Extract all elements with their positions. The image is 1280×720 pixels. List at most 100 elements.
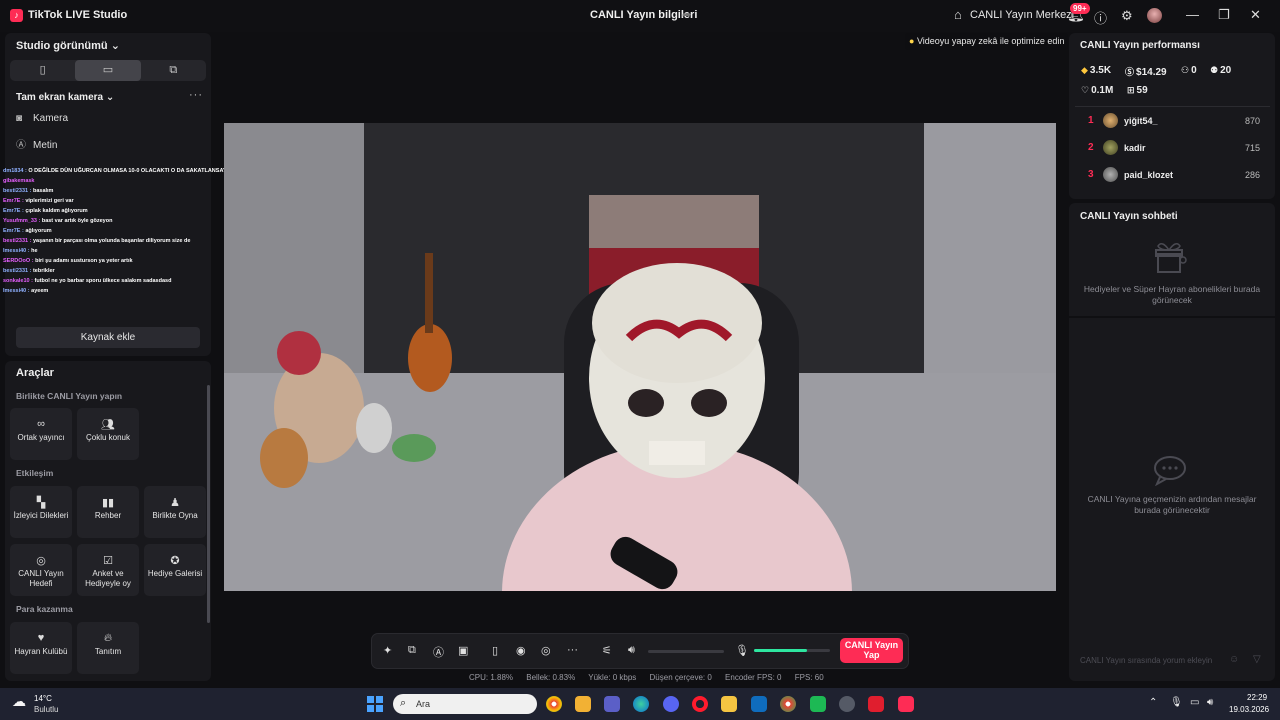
go-live-button[interactable]: CANLI Yayın Yap [840,638,903,663]
opera-icon[interactable] [692,696,708,712]
maximize-icon[interactable]: ❐ [1218,7,1230,23]
add-source-button[interactable]: Kaynak ekle [16,327,200,348]
chat-message: biri şu adamı susturson ya yeter artık [35,258,133,264]
tool-guide[interactable]: ▮▮ Rehber [77,486,139,538]
effects-icon[interactable]: ⧉ [408,644,416,657]
mail-icon[interactable] [751,696,767,712]
ai-optimize-hint[interactable]: ● Videoyu yapay zekâ ile optimize edin [905,33,1069,50]
requests-icon: ▚ [36,497,46,509]
more-icon[interactable]: ··· [567,644,578,656]
rank-number: 2 [1088,142,1094,153]
tool-live-goal[interactable]: ◎ CANLI Yayın Hedefi [10,544,72,596]
share-icon[interactable]: ➦ [682,8,691,21]
tool-poll[interactable]: ☑ Anket ve Hediyeyle oy [77,544,139,596]
chat-overlay-line: Yusufmm_33 : bast var artık öyle gözeyon [3,216,228,226]
notification-badge: 99+ [1070,3,1090,14]
live-center-link[interactable]: CANLI Yayın Merkezi [970,9,1074,21]
microphone-tray-icon[interactable]: 🎙︎ [1170,697,1183,708]
chrome-icon[interactable] [546,696,562,712]
windows-start-icon[interactable] [367,696,383,712]
volume-slider[interactable] [648,650,724,653]
filter-icon[interactable]: ▽ [1253,654,1261,665]
chat-username: besti2331 : [3,268,33,274]
obs-icon[interactable] [839,696,855,712]
heart-shield-icon: ♥ [37,632,45,644]
avatar[interactable] [1103,113,1118,128]
dual-layout-button[interactable]: ⧉ [141,60,206,81]
magic-wand-icon[interactable]: ✦ [383,644,392,657]
studio-view-dropdown[interactable]: Studio görünümü ⌄ [16,39,120,52]
emoji-icon[interactable]: ☺ [1229,654,1239,665]
speaker-icon[interactable]: 🔊︎ [628,644,635,657]
tool-fan-club[interactable]: ♥ Hayran Kulübü [10,622,72,674]
dropped-frames-stat: Düşen çerçeve: 0 [649,673,712,682]
encoder-fps-stat: Encoder FPS: 0 [725,673,782,682]
captions-icon[interactable]: ▣ [458,644,468,657]
chat-username: besti2331 : [3,188,33,194]
focus-icon[interactable]: ◎ [541,644,551,657]
top-gifter-name[interactable]: kadir [1124,143,1146,153]
speaker-tray-icon[interactable]: 🔊︎ [1207,697,1213,708]
chat-overlay-line: besti2331 : tebrikler [3,266,228,276]
home-icon[interactable]: ⌂ [954,7,962,22]
dollar-icon: Ⓢ [1125,67,1135,77]
tool-multi-guest[interactable]: 👥︎ Çoklu konuk [77,408,139,460]
tool-viewer-requests[interactable]: ▚ İzleyici Dilekleri [10,486,72,538]
mic-level-fill [754,649,807,652]
teams-icon[interactable] [604,696,620,712]
comment-input[interactable]: CANLI Yayın sırasında yorum ekleyin [1080,656,1212,665]
settings-gear-icon[interactable]: ⚙ [1121,8,1133,24]
phone-icon[interactable]: ▯ [492,644,498,657]
poll-icon: ☑ [103,555,113,567]
minimize-icon[interactable]: — [1186,7,1199,22]
tool-promote[interactable]: 🔥︎ Tanıtım [77,622,139,674]
weather-description[interactable]: Bulutlu [34,705,58,714]
file-explorer-icon[interactable] [721,696,737,712]
cloud-icon[interactable]: ☁ [12,693,26,710]
clock-time[interactable]: 22:29 [1247,693,1267,702]
source-text[interactable]: Ⓐ Metin [16,136,57,151]
tool-cohost[interactable]: ∞ Ortak yayıncı [10,408,72,460]
tool-play-together[interactable]: ♟ Birlikte Oyna [144,486,206,538]
edge-icon[interactable] [633,696,649,712]
top-gifter-name[interactable]: yiğit54_ [1124,116,1158,126]
chrome-profile-icon[interactable] [780,696,796,712]
tool-gift-gallery[interactable]: ✪ Hediye Galerisi [144,544,206,596]
performance-title: CANLI Yayın performansı [1080,40,1200,51]
divider [1075,106,1270,107]
source-camera[interactable]: ◙ Kamera [16,113,68,124]
search-placeholder[interactable]: Ara [416,699,430,709]
chat-message: viplerimizi geri var [25,198,74,204]
discord-icon[interactable] [663,696,679,712]
new-followers-icon: ⚉ [1210,65,1219,75]
clock-date[interactable]: 19.03.2026 [1229,705,1269,714]
tiktok-studio-icon[interactable] [898,696,914,712]
portrait-layout-button[interactable]: ▯ [10,60,75,81]
close-icon[interactable]: ✕ [1250,7,1261,23]
weather-temperature[interactable]: 14°C [34,694,52,703]
top-gifter-name[interactable]: paid_klozet [1124,170,1173,180]
ai-icon[interactable]: Ⓐ [433,644,444,660]
android-icon[interactable] [810,696,826,712]
landscape-layout-button[interactable]: ▭ [75,60,141,81]
chat-username: Imessi40 : [3,248,32,254]
tools-scrollbar[interactable] [207,385,210,623]
camera-preview [224,123,1056,591]
avatar[interactable] [1103,167,1118,182]
sliders-icon[interactable]: ⚟ [602,644,612,657]
avatar[interactable] [1103,140,1118,155]
help-icon[interactable]: ⓘ [1094,8,1107,27]
microphone-icon[interactable]: 🎙︎ [735,644,749,657]
chat-overlay-preview: dm1834 : O DEĞİLDE DÜN UĞURCAN OLMASA 10… [3,166,228,296]
youtube-icon[interactable] [868,696,884,712]
chevron-up-icon[interactable]: ⌃ [1149,697,1157,708]
record-icon[interactable]: ◉ [516,644,526,657]
display-icon[interactable]: ▭ [1190,697,1199,708]
earnings-stat: Ⓢ $14.29 [1125,67,1167,78]
scene-dropdown[interactable]: Tam ekran kamera ⌄ [16,92,114,103]
profile-avatar[interactable] [1147,8,1162,23]
chevron-down-icon: ⌄ [110,40,120,52]
store-icon[interactable] [575,696,591,712]
taskbar-search[interactable] [393,694,537,714]
more-options-icon[interactable]: ··· [189,89,203,101]
